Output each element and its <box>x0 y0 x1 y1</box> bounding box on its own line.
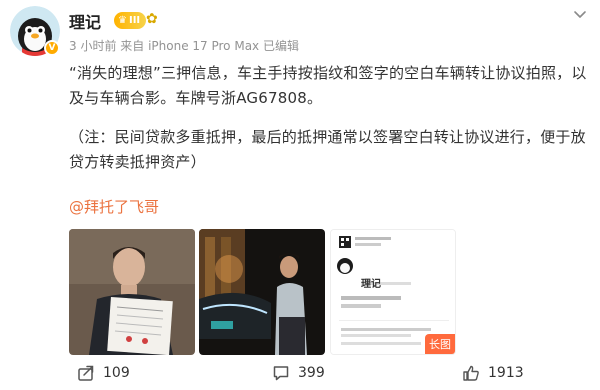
post-text: “消失的理想”三押信息，车主手持按指纹和签字的空白车辆转让协议拍照，以及与车辆合… <box>69 64 587 107</box>
flower-icon[interactable]: ✿ <box>146 11 158 27</box>
share-icon <box>77 364 95 382</box>
post-image-1[interactable] <box>69 229 195 355</box>
comment-count: 399 <box>298 365 325 381</box>
like-button[interactable]: 1913 <box>462 364 524 382</box>
like-icon <box>462 364 480 382</box>
action-bar: 109 399 1913 <box>0 362 600 390</box>
level-badge[interactable]: ♛ III <box>114 12 147 29</box>
crown-icon: ♛ <box>118 15 127 26</box>
share-button[interactable]: 109 <box>77 364 130 382</box>
author-name[interactable]: 理记 <box>69 9 101 33</box>
share-count: 109 <box>103 365 130 381</box>
post-image-2[interactable] <box>199 229 325 355</box>
post-note: （注：民间贷款多重抵押，最后的抵押通常以签署空白转让协议进行，便于放贷方转卖抵押… <box>69 128 586 171</box>
weibo-post: V 理记 ♛ III ✿ 3 小时前 来自 iPhone 17 Pro Max … <box>0 0 600 390</box>
long-image-badge: 长图 <box>425 334 455 354</box>
post-image-3[interactable]: 理记 长图 <box>330 229 456 355</box>
mention-link[interactable]: @拜托了飞哥 <box>69 196 159 217</box>
comment-button[interactable]: 399 <box>272 364 325 382</box>
comment-icon <box>272 364 290 382</box>
more-icon[interactable] <box>570 4 590 24</box>
post-meta: 3 小时前 来自 iPhone 17 Pro Max 已编辑 <box>69 39 299 53</box>
level-badge-label: III <box>128 15 141 26</box>
like-count: 1913 <box>488 365 524 381</box>
card-author-name: 理记 <box>361 279 381 290</box>
verified-icon: V <box>44 40 60 56</box>
